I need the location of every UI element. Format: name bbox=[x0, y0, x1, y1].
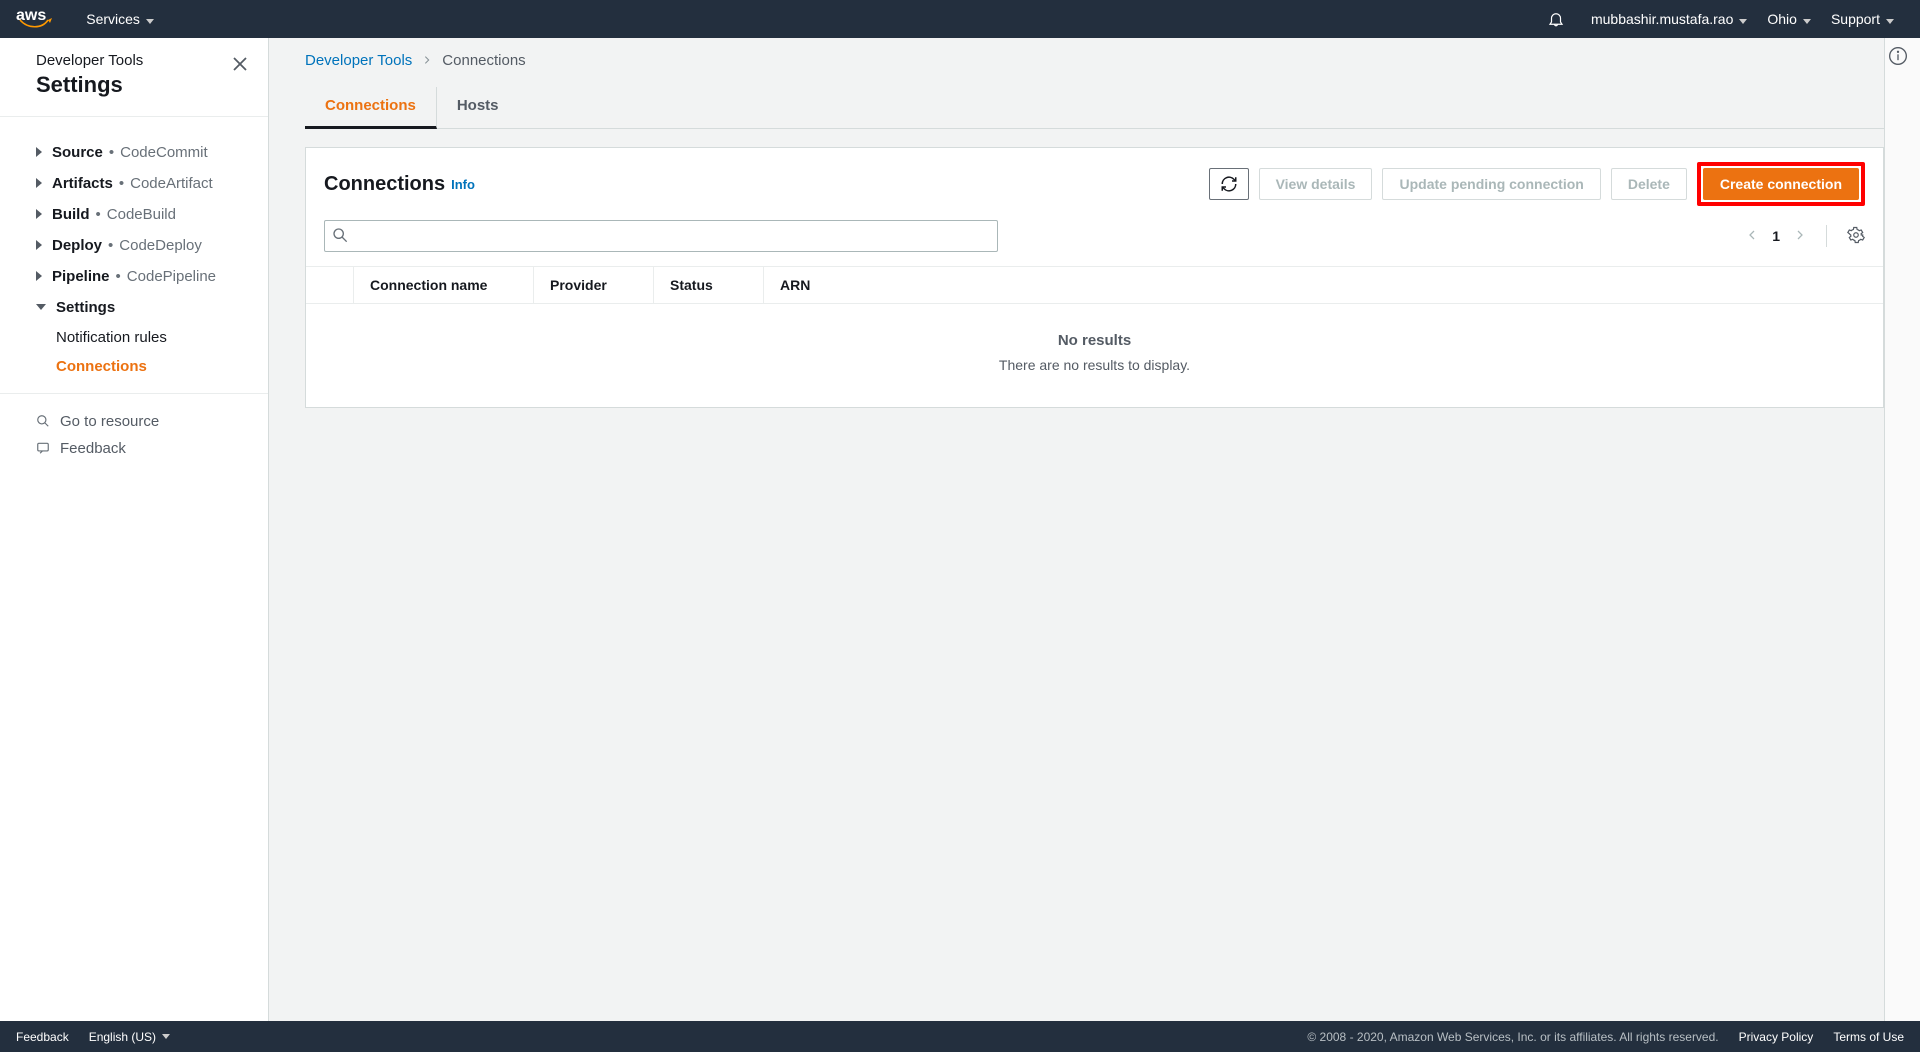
notifications-button[interactable] bbox=[1547, 10, 1565, 28]
sidebar-item-deploy[interactable]: Deploy • CodeDeploy bbox=[0, 230, 268, 261]
region-label: Ohio bbox=[1767, 11, 1797, 27]
view-details-button[interactable]: View details bbox=[1259, 168, 1373, 200]
terms-of-use-link[interactable]: Terms of Use bbox=[1833, 1030, 1904, 1044]
account-label: mubbashir.mustafa.rao bbox=[1591, 11, 1733, 27]
caret-right-icon bbox=[36, 240, 42, 250]
footer-language-menu[interactable]: English (US) bbox=[89, 1030, 170, 1044]
prev-page-button[interactable] bbox=[1746, 228, 1758, 244]
privacy-policy-link[interactable]: Privacy Policy bbox=[1739, 1030, 1814, 1044]
sidebar-title: Settings bbox=[36, 71, 244, 100]
sidebar-item-source[interactable]: Source • CodeCommit bbox=[0, 137, 268, 168]
search-icon bbox=[36, 414, 50, 428]
refresh-icon bbox=[1220, 175, 1238, 193]
close-icon bbox=[232, 56, 248, 72]
caret-right-icon bbox=[36, 178, 42, 188]
tab-hosts[interactable]: Hosts bbox=[437, 87, 519, 128]
nav-sublabel: CodeCommit bbox=[120, 144, 208, 161]
footer-copyright: © 2008 - 2020, Amazon Web Services, Inc.… bbox=[1307, 1030, 1718, 1044]
delete-button[interactable]: Delete bbox=[1611, 168, 1687, 200]
footer: Feedback English (US) © 2008 - 2020, Ama… bbox=[0, 1021, 1920, 1052]
region-menu[interactable]: Ohio bbox=[1757, 0, 1821, 38]
footer-feedback[interactable]: Feedback bbox=[16, 1030, 69, 1044]
page-number: 1 bbox=[1772, 228, 1780, 244]
feedback-button[interactable]: Feedback bbox=[0, 435, 268, 462]
caret-down-icon bbox=[146, 19, 154, 24]
go-to-resource-button[interactable]: Go to resource bbox=[0, 408, 268, 435]
connections-panel: Connections Info View details Update pen… bbox=[305, 147, 1884, 408]
highlight-marker: Create connection bbox=[1697, 162, 1865, 206]
gear-icon bbox=[1847, 226, 1865, 244]
services-label: Services bbox=[86, 11, 140, 27]
tab-connections[interactable]: Connections bbox=[305, 87, 437, 129]
account-menu[interactable]: mubbashir.mustafa.rao bbox=[1581, 0, 1757, 38]
info-link[interactable]: Info bbox=[451, 177, 475, 192]
empty-title: No results bbox=[316, 332, 1873, 349]
sidebar-item-pipeline[interactable]: Pipeline • CodePipeline bbox=[0, 261, 268, 292]
pagination: 1 bbox=[1746, 225, 1865, 247]
caret-down-icon bbox=[162, 1034, 170, 1039]
support-label: Support bbox=[1831, 11, 1880, 27]
nav-label: Artifacts bbox=[52, 175, 113, 192]
search-icon bbox=[332, 227, 348, 246]
chevron-right-icon bbox=[422, 52, 432, 69]
update-pending-button[interactable]: Update pending connection bbox=[1382, 168, 1600, 200]
support-menu[interactable]: Support bbox=[1821, 0, 1904, 38]
select-all-column bbox=[306, 267, 354, 303]
next-page-button[interactable] bbox=[1794, 228, 1806, 244]
top-navbar: aws Services mubbashir.mustafa.rao Ohio … bbox=[0, 0, 1920, 38]
bell-icon bbox=[1547, 10, 1565, 28]
caret-right-icon bbox=[36, 209, 42, 219]
sidebar-subtitle: Developer Tools bbox=[36, 52, 244, 69]
col-status[interactable]: Status bbox=[654, 267, 764, 303]
aws-logo[interactable]: aws bbox=[16, 7, 52, 31]
caret-right-icon bbox=[36, 271, 42, 281]
panel-title: Connections bbox=[324, 173, 445, 196]
refresh-button[interactable] bbox=[1209, 168, 1249, 200]
nav-sublabel: CodeDeploy bbox=[119, 237, 202, 254]
table-preferences-button[interactable] bbox=[1847, 226, 1865, 247]
breadcrumb-root[interactable]: Developer Tools bbox=[305, 52, 412, 69]
go-to-resource-label: Go to resource bbox=[60, 413, 159, 430]
sidebar-subitem-notification-rules[interactable]: Notification rules bbox=[0, 323, 268, 352]
create-connection-button[interactable]: Create connection bbox=[1703, 168, 1859, 200]
empty-state: No results There are no results to displ… bbox=[306, 304, 1883, 407]
caret-down-icon bbox=[36, 304, 46, 310]
nav-sublabel: CodeBuild bbox=[107, 206, 176, 223]
services-menu[interactable]: Services bbox=[76, 0, 164, 38]
nav-label: Source bbox=[52, 144, 103, 161]
search-input[interactable] bbox=[324, 220, 998, 252]
chevron-left-icon bbox=[1746, 229, 1758, 241]
feedback-icon bbox=[36, 441, 50, 455]
breadcrumb: Developer Tools Connections bbox=[305, 52, 1884, 69]
chevron-right-icon bbox=[1794, 229, 1806, 241]
col-connection-name[interactable]: Connection name bbox=[354, 267, 534, 303]
sidebar-subitem-connections[interactable]: Connections bbox=[0, 352, 268, 381]
nav-label: Pipeline bbox=[52, 268, 110, 285]
sidebar-item-settings[interactable]: Settings bbox=[0, 292, 268, 323]
sidebar-close-button[interactable] bbox=[232, 56, 248, 75]
caret-down-icon bbox=[1803, 19, 1811, 24]
table-header: Connection name Provider Status ARN bbox=[306, 266, 1883, 304]
col-arn[interactable]: ARN bbox=[764, 267, 1883, 303]
caret-right-icon bbox=[36, 147, 42, 157]
feedback-label: Feedback bbox=[60, 440, 126, 457]
nav-sublabel: CodePipeline bbox=[127, 268, 216, 285]
sidebar: Developer Tools Settings Source • CodeCo… bbox=[0, 38, 269, 1052]
aws-swoosh-icon bbox=[18, 17, 52, 31]
col-provider[interactable]: Provider bbox=[534, 267, 654, 303]
empty-subtitle: There are no results to display. bbox=[316, 357, 1873, 373]
sidebar-item-artifacts[interactable]: Artifacts • CodeArtifact bbox=[0, 168, 268, 199]
sidebar-item-build[interactable]: Build • CodeBuild bbox=[0, 199, 268, 230]
nav-label: Build bbox=[52, 206, 90, 223]
main-content: Developer Tools Connections Connections … bbox=[269, 38, 1920, 1052]
nav-label: Deploy bbox=[52, 237, 102, 254]
search-wrap bbox=[324, 220, 998, 252]
breadcrumb-current: Connections bbox=[442, 52, 525, 69]
caret-down-icon bbox=[1739, 19, 1747, 24]
nav-sublabel: CodeArtifact bbox=[130, 175, 213, 192]
tablist: Connections Hosts bbox=[305, 87, 1884, 129]
caret-down-icon bbox=[1886, 19, 1894, 24]
nav-label: Settings bbox=[56, 299, 115, 316]
